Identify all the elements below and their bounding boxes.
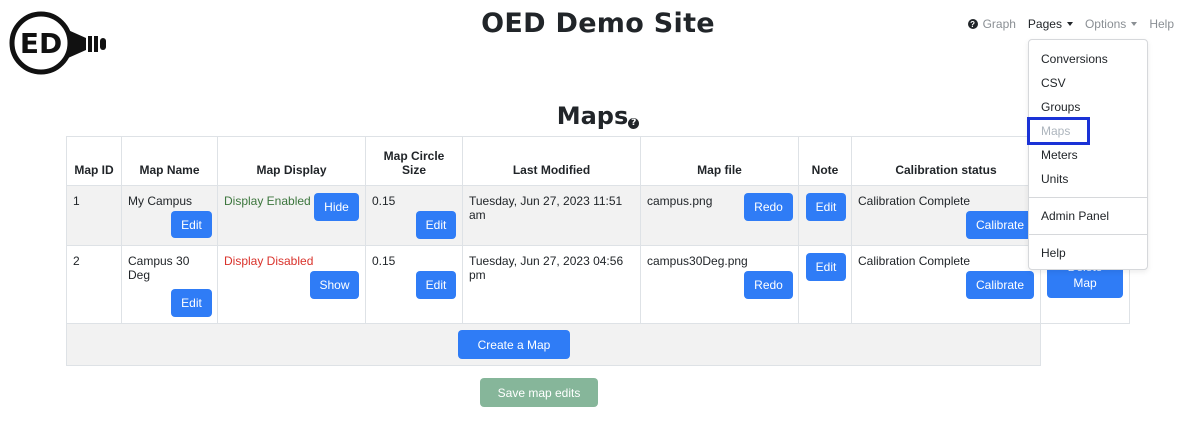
dropdown-item-help[interactable]: Help xyxy=(1029,244,1147,262)
cell-map-display: Display Disabled Show xyxy=(217,245,366,324)
show-button[interactable]: Show xyxy=(310,271,359,299)
header-map-display: Map Display xyxy=(217,136,366,186)
display-status: Display Enabled xyxy=(224,194,311,208)
nav-pages-dropdown[interactable]: Pages xyxy=(1028,17,1073,31)
table-header-row: Map ID Map Name Map Display Map Circle S… xyxy=(66,136,1130,186)
cell-last-modified: Tuesday, Jun 27, 2023 04:56 pm xyxy=(462,245,641,324)
empty-cell xyxy=(1040,323,1130,366)
delete-map-label: Map xyxy=(1073,276,1097,290)
dropdown-item-csv[interactable]: CSV xyxy=(1029,74,1147,92)
cell-map-file: campus.png Redo xyxy=(640,185,799,246)
cell-map-display: Display Enabled Hide xyxy=(217,185,366,246)
nav-graph-label: Graph xyxy=(982,17,1016,31)
calibration-status-text: Calibration Complete xyxy=(858,194,971,208)
header-map-id: Map ID xyxy=(66,136,122,186)
nav-options-label: Options xyxy=(1084,17,1127,31)
calibrate-button[interactable]: Calibrate xyxy=(966,271,1034,299)
create-map-button[interactable]: Create a Map xyxy=(458,330,570,359)
caret-down-icon xyxy=(1066,22,1073,26)
redo-button[interactable]: Redo xyxy=(744,271,793,299)
cell-calibration-status: Calibration Complete Calibrate xyxy=(851,245,1041,324)
cell-map-id: 2 xyxy=(66,245,122,324)
dropdown-item-units[interactable]: Units xyxy=(1029,170,1147,188)
help-circle-icon: ? xyxy=(967,19,978,29)
map-name-text: My Campus xyxy=(128,194,193,208)
top-navigation: ? Graph Pages Options Help xyxy=(967,17,1174,31)
table-row: 2 Campus 30 Deg Edit Display Disabled Sh… xyxy=(66,245,1130,324)
cell-circle-size: 0.15 Edit xyxy=(365,245,463,324)
nav-help[interactable]: Help xyxy=(1149,17,1174,31)
caret-down-icon xyxy=(1131,22,1138,26)
map-file-name: campus.png xyxy=(647,194,713,208)
header-calibration-status: Calibration status xyxy=(851,136,1041,186)
page-heading-text: Maps xyxy=(556,102,629,130)
header-map-name: Map Name xyxy=(121,136,218,186)
help-circle-icon[interactable]: ? xyxy=(628,117,640,129)
header-last-modified: Last Modified xyxy=(462,136,641,186)
map-name-text: Campus 30 Deg xyxy=(128,254,190,282)
nav-pages-label: Pages xyxy=(1027,17,1062,31)
edit-note-button[interactable]: Edit xyxy=(806,193,846,221)
cell-note: Edit xyxy=(798,245,852,324)
nav-graph[interactable]: ? Graph xyxy=(967,17,1016,31)
dropdown-item-conversions[interactable]: Conversions xyxy=(1029,50,1147,68)
circle-size-value: 0.15 xyxy=(372,254,396,268)
focus-highlight xyxy=(1027,117,1090,145)
cell-last-modified: Tuesday, Jun 27, 2023 11:51 am xyxy=(462,185,641,246)
dropdown-divider xyxy=(1029,234,1147,235)
edit-name-button[interactable]: Edit xyxy=(171,289,212,317)
cell-calibration-status: Calibration Complete Calibrate xyxy=(851,185,1041,246)
dropdown-item-admin-panel[interactable]: Admin Panel xyxy=(1029,207,1147,225)
cell-map-file: campus30Deg.png Redo xyxy=(640,245,799,324)
save-map-edits-button[interactable]: Save map edits xyxy=(480,378,598,407)
cell-map-name: My Campus Edit xyxy=(121,185,218,246)
redo-button[interactable]: Redo xyxy=(744,193,793,221)
calibrate-button[interactable]: Calibrate xyxy=(966,211,1034,239)
header-map-file: Map file xyxy=(640,136,799,186)
nav-options-dropdown[interactable]: Options xyxy=(1084,17,1138,31)
table-row: 1 My Campus Edit Display Enabled Hide 0.… xyxy=(66,185,1130,246)
edit-circle-size-button[interactable]: Edit xyxy=(416,271,456,299)
hide-button[interactable]: Hide xyxy=(314,193,359,221)
header-map-circle-size: Map Circle Size xyxy=(365,136,463,186)
edit-note-button[interactable]: Edit xyxy=(806,253,846,281)
edit-circle-size-button[interactable]: Edit xyxy=(416,211,456,239)
edit-name-button[interactable]: Edit xyxy=(171,211,212,238)
display-status: Display Disabled xyxy=(224,254,314,268)
dropdown-divider xyxy=(1029,197,1147,198)
calibration-status-text: Calibration Complete xyxy=(858,254,971,268)
cell-circle-size: 0.15 Edit xyxy=(365,185,463,246)
maps-table: Map ID Map Name Map Display Map Circle S… xyxy=(66,136,1130,366)
circle-size-value: 0.15 xyxy=(372,194,396,208)
cell-note: Edit xyxy=(798,185,852,246)
dropdown-item-groups[interactable]: Groups xyxy=(1029,98,1147,116)
cell-map-id: 1 xyxy=(66,185,122,246)
map-file-name: campus30Deg.png xyxy=(647,254,748,268)
table-footer-row xyxy=(66,323,1130,366)
nav-help-label: Help xyxy=(1149,17,1174,31)
dropdown-item-meters[interactable]: Meters xyxy=(1029,146,1147,164)
page-heading: Maps? xyxy=(0,102,1180,130)
pages-dropdown-menu: Conversions CSV Groups Maps Meters Units… xyxy=(1028,39,1148,270)
cell-map-name: Campus 30 Deg Edit xyxy=(121,245,218,324)
header-note: Note xyxy=(798,136,852,186)
